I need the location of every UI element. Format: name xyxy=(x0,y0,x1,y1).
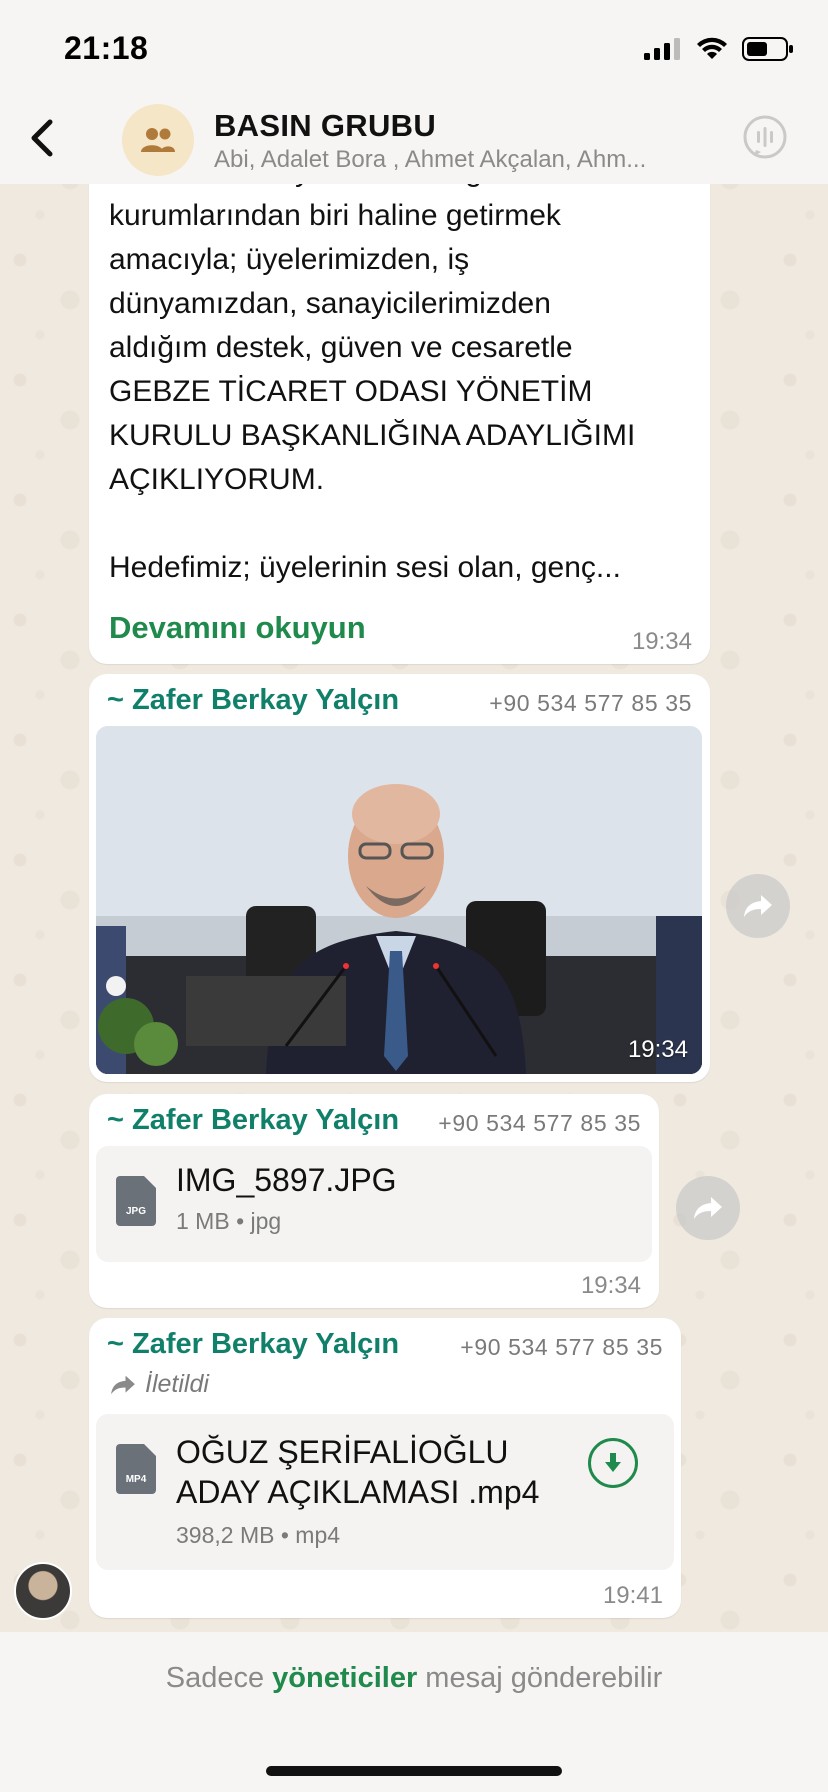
chat-header: BASIN GRUBU Abi, Adalet Bora , Ahmet Akç… xyxy=(0,96,828,184)
forwarded-text: İletildi xyxy=(145,1370,209,1398)
forward-button[interactable] xyxy=(726,874,790,938)
group-members[interactable]: Abi, Adalet Bora , Ahmet Akçalan, Ahm... xyxy=(214,146,674,174)
message-bubble-file[interactable]: ~ Zafer Berkay Yalçın +90 534 577 85 35 … xyxy=(89,1094,659,1308)
file-icon: JPG xyxy=(116,1176,156,1226)
message-photo[interactable]: 19:34 xyxy=(96,726,702,1074)
footer-bar: Sadece yöneticiler mesaj gönderebilir xyxy=(0,1632,828,1792)
message-bubble-file[interactable]: ~ Zafer Berkay Yalçın +90 534 577 85 35 … xyxy=(89,1318,681,1618)
download-icon xyxy=(605,1453,621,1472)
file-name: IMG_5897.JPG xyxy=(176,1162,397,1198)
forward-icon xyxy=(111,1375,135,1394)
sender-phone[interactable]: +90 534 577 85 35 xyxy=(489,690,692,717)
message-time: 19:34 xyxy=(580,1272,641,1299)
battery-icon xyxy=(742,37,793,61)
forwarded-label: İletildi xyxy=(109,1370,209,1399)
group-icon xyxy=(141,128,175,152)
file-card[interactable]: MP4 OĞUZ ŞERİFALİOĞLU ADAY AÇIKLAMASI .m… xyxy=(96,1414,674,1570)
message-time: 19:41 xyxy=(602,1582,663,1609)
signal-icon xyxy=(644,38,680,60)
wifi-icon xyxy=(697,37,727,59)
forward-icon xyxy=(694,1197,722,1219)
sender-name[interactable]: ~ Zafer Berkay Yalçın xyxy=(107,684,399,717)
sender-name[interactable]: ~ Zafer Berkay Yalçın xyxy=(107,1328,399,1361)
call-icon[interactable] xyxy=(742,114,788,160)
file-meta: 398,2 MB • mp4 xyxy=(176,1522,341,1548)
sender-phone[interactable]: +90 534 577 85 35 xyxy=(460,1334,663,1361)
forward-icon xyxy=(744,895,772,917)
message-bubble-photo[interactable]: ~ Zafer Berkay Yalçın +90 534 577 85 35 xyxy=(89,674,710,1082)
status-bar: 21:18 xyxy=(0,0,828,96)
sender-name[interactable]: ~ Zafer Berkay Yalçın xyxy=(107,1104,399,1137)
admin-only-note: Sadece yöneticiler mesaj gönderebilir xyxy=(0,1662,828,1695)
status-icons xyxy=(644,36,794,62)
sender-avatar[interactable] xyxy=(14,1562,72,1620)
photo-person-illustration xyxy=(96,726,702,1074)
admin-note-prefix: Sadece xyxy=(165,1662,273,1694)
admin-note-suffix: mesaj gönderebilir xyxy=(417,1662,663,1694)
message-text: Odası’nı Türkiye’nin örnek gösterilen ku… xyxy=(109,184,636,584)
back-chevron-icon[interactable] xyxy=(22,116,66,160)
file-meta: 1 MB • jpg xyxy=(176,1208,282,1234)
forward-button[interactable] xyxy=(676,1176,740,1240)
admins-link[interactable]: yöneticiler xyxy=(272,1662,417,1694)
file-card[interactable]: JPG IMG_5897.JPG 1 MB • jpg xyxy=(96,1146,652,1262)
file-name-line1: OĞUZ ŞERİFALİOĞLU xyxy=(176,1434,509,1470)
group-avatar[interactable] xyxy=(122,104,194,176)
group-name[interactable]: BASIN GRUBU xyxy=(214,108,436,144)
file-name-line2: ADAY AÇIKLAMASI .mp4 xyxy=(176,1474,540,1510)
read-more-link[interactable]: Devamını okuyun xyxy=(109,610,366,646)
photo-time: 19:34 xyxy=(627,1036,688,1063)
sender-phone[interactable]: +90 534 577 85 35 xyxy=(438,1110,641,1137)
message-time: 19:34 xyxy=(631,628,692,655)
file-icon: MP4 xyxy=(116,1444,156,1494)
message-text-clip: Odası’nı Türkiye’nin örnek gösterilen ku… xyxy=(89,184,710,594)
home-indicator[interactable] xyxy=(266,1766,562,1776)
status-time: 21:18 xyxy=(64,30,149,66)
download-button[interactable] xyxy=(588,1438,638,1488)
message-bubble-text[interactable]: Odası’nı Türkiye’nin örnek gösterilen ku… xyxy=(89,140,710,664)
